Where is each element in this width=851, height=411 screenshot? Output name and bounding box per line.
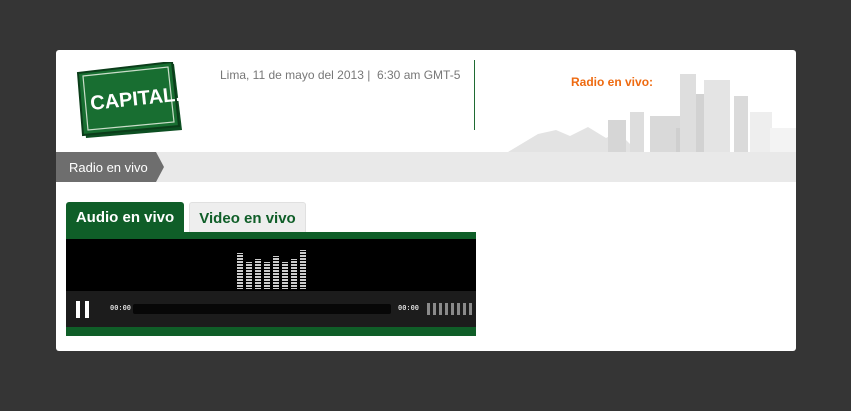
player-screen: [66, 239, 476, 291]
total-time: 00:00: [398, 305, 420, 313]
volume-slider[interactable]: [427, 303, 474, 315]
pause-icon[interactable]: [76, 301, 90, 318]
progress-bar[interactable]: [133, 304, 391, 314]
equalizer-icon: [237, 250, 306, 289]
tab-audio-live[interactable]: Audio en vivo: [66, 202, 184, 232]
tab-video-live[interactable]: Video en vivo: [189, 202, 306, 232]
radio-live-label: Radio en vivo:: [571, 75, 654, 89]
breadcrumb-item-radio[interactable]: Radio en vivo: [56, 152, 164, 182]
elapsed-time: 00:00: [110, 305, 132, 313]
time-text: 6:30 am GMT-5: [377, 68, 461, 82]
capital-logo[interactable]: CAPITAL.PE: [76, 60, 208, 138]
date-time: Lima, 11 de mayo del 2013 | 6:30 am GMT-…: [220, 68, 460, 82]
player-controls: 00:00 00:00: [66, 291, 476, 327]
breadcrumb: Radio en vivo: [56, 152, 796, 182]
breadcrumb-label: Radio en vivo: [69, 160, 148, 175]
audio-player: 00:00 00:00: [66, 232, 476, 336]
header-divider: [474, 60, 475, 130]
content-card: CAPITAL.PE Lima, 11 de mayo del 2013 | 6…: [56, 50, 796, 351]
date-text: Lima, 11 de mayo del 2013 |: [220, 68, 371, 82]
